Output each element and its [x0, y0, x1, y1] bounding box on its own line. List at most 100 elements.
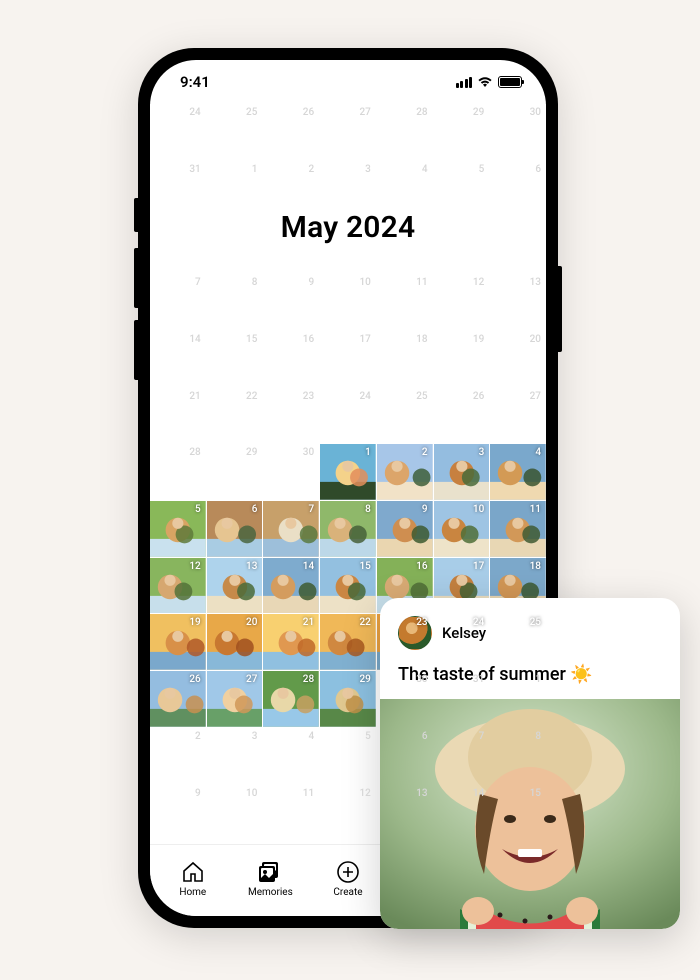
calendar-day-empty: 12	[320, 785, 376, 841]
day-number: 12	[473, 277, 484, 288]
card-caption: The taste of summer ☀️	[398, 664, 662, 685]
calendar-day-empty: 28	[150, 444, 206, 500]
signal-icon	[456, 77, 473, 88]
day-number: 24	[189, 107, 200, 118]
calendar-day-photo[interactable]: 13	[207, 558, 263, 614]
calendar-day-photo[interactable]: 4	[490, 444, 546, 500]
calendar-day-photo[interactable]: 8	[320, 501, 376, 557]
day-number: 19	[473, 334, 484, 345]
day-number: 23	[303, 391, 314, 402]
calendar-day-empty: 19	[320, 841, 376, 844]
calendar-day-empty: 26	[434, 388, 490, 444]
calendar-day-photo[interactable]: 9	[377, 501, 433, 557]
day-number: 29	[359, 674, 370, 685]
day-number: 26	[189, 674, 200, 685]
calendar-day-photo[interactable]: 21	[263, 614, 319, 670]
calendar-day-photo[interactable]: 14	[263, 558, 319, 614]
phone-side-button	[558, 266, 562, 352]
calendar-day-empty: 19	[434, 331, 490, 387]
calendar-day-empty: 4	[263, 728, 319, 784]
day-number: 20	[246, 617, 257, 628]
nav-label: Home	[179, 887, 206, 898]
status-time: 9:41	[180, 73, 210, 91]
day-number: 22	[246, 391, 257, 402]
day-number: 11	[530, 504, 541, 515]
day-number: 14	[189, 334, 200, 345]
day-number: 5	[365, 731, 371, 742]
day-number: 27	[359, 107, 370, 118]
day-number: 31	[473, 674, 484, 685]
memory-card[interactable]: Kelsey The taste of summer ☀️	[380, 598, 680, 929]
calendar-day-empty: 28	[377, 104, 433, 160]
calendar-day-photo[interactable]: 26	[150, 671, 206, 727]
calendar-day-empty: 29	[207, 444, 263, 500]
calendar-day-empty: 29	[434, 104, 490, 160]
calendar-day-photo[interactable]: 22	[320, 614, 376, 670]
day-number: 4	[422, 164, 428, 175]
day-number: 13	[246, 561, 257, 572]
calendar-day-empty: 30	[490, 104, 546, 160]
day-number: 9	[422, 504, 428, 515]
day-number: 4	[535, 447, 541, 458]
calendar-day-photo[interactable]: 29	[320, 671, 376, 727]
day-number: 27	[530, 391, 541, 402]
calendar-day-photo[interactable]: 1	[320, 444, 376, 500]
calendar-day-empty: 27	[320, 104, 376, 160]
calendar-day-empty: 5	[434, 161, 490, 217]
day-number: 13	[416, 788, 427, 799]
day-number: 8	[252, 277, 258, 288]
calendar-day-empty: 12	[434, 274, 490, 330]
calendar-day-empty: 26	[263, 104, 319, 160]
phone-side-button	[134, 320, 138, 380]
calendar-day-photo[interactable]: 19	[150, 614, 206, 670]
calendar-day-photo[interactable]: 5	[150, 501, 206, 557]
day-number: 17	[473, 561, 484, 572]
day-number: 18	[416, 334, 427, 345]
calendar-day-photo[interactable]: 15	[320, 558, 376, 614]
day-number: 7	[195, 277, 201, 288]
status-bar: 9:41	[150, 60, 546, 104]
nav-home[interactable]: Home	[154, 851, 232, 906]
calendar-day-photo[interactable]: 27	[207, 671, 263, 727]
calendar-day-empty: 17	[207, 841, 263, 844]
day-number: 21	[189, 391, 200, 402]
day-number: 10	[359, 277, 370, 288]
nav-create[interactable]: Create	[309, 851, 387, 906]
calendar-day-photo[interactable]: 12	[150, 558, 206, 614]
day-number: 11	[416, 277, 427, 288]
calendar-day-photo[interactable]: 20	[207, 614, 263, 670]
calendar-day-photo[interactable]: 2	[377, 444, 433, 500]
calendar-day-photo[interactable]: 7	[263, 501, 319, 557]
calendar-day-photo[interactable]: 10	[434, 501, 490, 557]
day-number: 20	[530, 334, 541, 345]
calendar-day-empty: 3	[320, 161, 376, 217]
day-number: 2	[308, 164, 314, 175]
calendar-day-photo[interactable]: 3	[434, 444, 490, 500]
day-number: 1	[535, 674, 541, 685]
day-number: 16	[303, 334, 314, 345]
day-number: 6	[535, 164, 541, 175]
day-number: 10	[246, 788, 257, 799]
day-number: 30	[303, 447, 314, 458]
calendar-day-empty: 8	[207, 274, 263, 330]
day-number: 26	[473, 391, 484, 402]
calendar-day-empty: 9	[263, 274, 319, 330]
day-number: 1	[252, 164, 258, 175]
memories-icon	[257, 860, 283, 884]
calendar-day-photo[interactable]: 11	[490, 501, 546, 557]
nav-memories[interactable]: Memories	[232, 851, 310, 906]
calendar-day-photo[interactable]: 28	[263, 671, 319, 727]
calendar-day-empty: 16	[150, 841, 206, 844]
day-number: 28	[189, 447, 200, 458]
day-number: 25	[246, 107, 257, 118]
wifi-icon	[477, 76, 493, 88]
day-number: 15	[530, 788, 541, 799]
battery-icon	[498, 76, 522, 88]
calendar-day-empty: 5	[320, 728, 376, 784]
day-number: 15	[246, 334, 257, 345]
calendar-day-empty: 14	[150, 331, 206, 387]
calendar-day-photo[interactable]: 6	[207, 501, 263, 557]
day-number: 7	[308, 504, 314, 515]
calendar-day-empty: 3	[207, 728, 263, 784]
calendar-day-empty: 13	[490, 274, 546, 330]
